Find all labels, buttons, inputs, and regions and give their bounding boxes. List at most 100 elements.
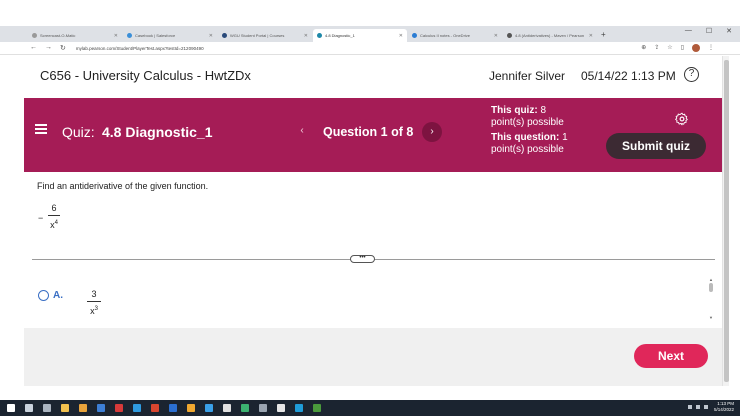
help-button[interactable]: ?: [684, 67, 699, 82]
app-icon[interactable]: [79, 404, 87, 412]
answer-option-a[interactable]: A. 3 x3: [38, 288, 598, 324]
scroll-thumb[interactable]: [709, 283, 713, 292]
browser-tab[interactable]: Calculus II notes - OneDrive ✕: [408, 29, 502, 42]
question-numerator: 6: [51, 203, 57, 213]
quiz-points: This quiz: 8 point(s) possible: [491, 105, 564, 129]
page-scrollbar[interactable]: [722, 56, 729, 386]
option-numerator: 3: [91, 289, 97, 299]
question-counter: Question 1 of 8: [323, 125, 414, 139]
tab-label: Calculus II notes - OneDrive: [420, 33, 471, 38]
pane-resize-handle[interactable]: •••: [350, 255, 375, 263]
close-tab-icon[interactable]: ✕: [304, 33, 308, 39]
new-tab-button[interactable]: +: [601, 30, 606, 39]
quiz-label: Quiz:: [62, 124, 95, 140]
negative-sign: −: [38, 213, 44, 223]
close-tab-icon[interactable]: ✕: [589, 33, 593, 39]
browser-menu-icon[interactable]: ⋮: [708, 44, 714, 52]
tray-icon[interactable]: [704, 405, 708, 409]
tab-favicon-icon: [507, 33, 512, 38]
radio-button[interactable]: [38, 290, 49, 301]
minimize-button[interactable]: —: [685, 27, 692, 35]
app-icon[interactable]: [151, 404, 159, 412]
close-tab-icon[interactable]: ✕: [114, 33, 118, 39]
url-field[interactable]: mylab.pearson.com/Student/PlayerTest.asp…: [76, 46, 204, 51]
scroll-up-icon[interactable]: ▲: [708, 277, 714, 282]
app-icon[interactable]: [187, 404, 195, 412]
close-window-button[interactable]: ✕: [726, 27, 732, 35]
maximize-button[interactable]: ☐: [706, 27, 712, 35]
app-icon[interactable]: [277, 404, 285, 412]
app-icon[interactable]: [295, 404, 303, 412]
back-button[interactable]: ←: [30, 44, 37, 52]
forward-button[interactable]: →: [45, 44, 52, 52]
system-tray: [688, 405, 708, 409]
extensions-icon[interactable]: ▯: [681, 44, 684, 52]
app-icon[interactable]: [313, 404, 321, 412]
windows-start-icon[interactable]: [7, 404, 15, 412]
tray-icon[interactable]: [688, 405, 692, 409]
course-title: C656 - University Calculus - HwtZDx: [40, 68, 251, 83]
zoom-icon[interactable]: ⊕: [641, 44, 646, 52]
tab-label: Casebook | Salesforce: [135, 33, 176, 38]
app-icon[interactable]: [169, 404, 177, 412]
file-explorer-icon[interactable]: [61, 404, 69, 412]
app-icon[interactable]: [97, 404, 105, 412]
browser-tab[interactable]: Casebook | Salesforce ✕: [123, 29, 217, 42]
answers-scrollbar[interactable]: ▲ ▼: [708, 277, 714, 321]
tray-icon[interactable]: [696, 405, 700, 409]
app-icon[interactable]: [115, 404, 123, 412]
quiz-page: C656 - University Calculus - HwtZDx Jenn…: [24, 56, 722, 386]
question-points-label: This question:: [491, 132, 560, 143]
tab-favicon-icon: [412, 33, 417, 38]
share-icon[interactable]: ⇪: [654, 44, 659, 52]
question-instruction: Find an antiderivative of the given func…: [37, 181, 209, 191]
next-question-button[interactable]: ›: [422, 122, 442, 142]
browser-tab[interactable]: 4.8 (Antiderivatives) - Maven / Pearson ✕: [503, 29, 597, 42]
task-view-icon[interactable]: [43, 404, 51, 412]
option-denominator: x3: [90, 304, 98, 316]
fraction-bar: [48, 215, 60, 216]
next-button[interactable]: Next: [634, 344, 708, 368]
option-letter: A.: [53, 290, 63, 301]
hamburger-menu-icon[interactable]: [35, 124, 47, 134]
close-tab-icon[interactable]: ✕: [494, 33, 498, 39]
taskbar-date: 5/14/2022: [713, 407, 734, 412]
tab-favicon-icon: [317, 33, 322, 38]
app-icon[interactable]: [205, 404, 213, 412]
question-denominator: x4: [50, 218, 58, 230]
browser-tab[interactable]: WGU Student Portal | Courses ✕: [218, 29, 312, 42]
question-points-suffix: point(s) possible: [491, 144, 564, 155]
tab-favicon-icon: [32, 33, 37, 38]
reload-button[interactable]: ↻: [60, 44, 66, 52]
browser-toolbar: ⊕ ⇪ ☆ ▯ ⋮: [641, 44, 714, 52]
bookmark-star-icon[interactable]: ☆: [667, 44, 672, 52]
chrome-icon[interactable]: [241, 404, 249, 412]
nav-buttons: ← → ↻: [30, 44, 66, 52]
address-bar: ← → ↻ mylab.pearson.com/Student/PlayerTe…: [0, 42, 740, 55]
app-icon[interactable]: [259, 404, 267, 412]
close-tab-icon[interactable]: ✕: [209, 33, 213, 39]
page-header: C656 - University Calculus - HwtZDx Jenn…: [24, 56, 722, 98]
scroll-down-icon[interactable]: ▼: [708, 315, 714, 320]
screen: Screencast-O-Matic ✕ Casebook | Salesforc…: [0, 0, 740, 416]
denominator-exponent: 3: [94, 306, 98, 312]
quiz-footer: Next: [24, 328, 722, 386]
taskbar-clock[interactable]: 1:13 PM 5/14/2022: [714, 401, 734, 413]
app-icon[interactable]: [133, 404, 141, 412]
quiz-points-value: 8: [540, 105, 547, 116]
browser-tab-active[interactable]: 4.8 Diagnostic_1 ✕: [313, 29, 407, 42]
profile-avatar[interactable]: [692, 44, 700, 52]
tab-favicon-icon: [222, 33, 227, 38]
browser-tab[interactable]: Screencast-O-Matic ✕: [28, 29, 122, 42]
previous-question-button[interactable]: ‹: [294, 123, 310, 139]
submit-quiz-button[interactable]: Submit quiz: [606, 133, 706, 159]
search-icon[interactable]: [25, 404, 33, 412]
app-icon[interactable]: [223, 404, 231, 412]
close-tab-icon[interactable]: ✕: [399, 33, 403, 39]
quiz-points-suffix: point(s) possible: [491, 117, 564, 128]
settings-gear-icon[interactable]: [675, 112, 689, 126]
tab-label: 4.8 (Antiderivatives) - Maven / Pearson: [515, 33, 585, 38]
quiz-bar: Quiz: 4.8 Diagnostic_1 ‹ Question 1 of 8…: [24, 98, 722, 172]
page-scroll-thumb[interactable]: [723, 60, 729, 382]
window-controls: — ☐ ✕: [685, 27, 732, 35]
